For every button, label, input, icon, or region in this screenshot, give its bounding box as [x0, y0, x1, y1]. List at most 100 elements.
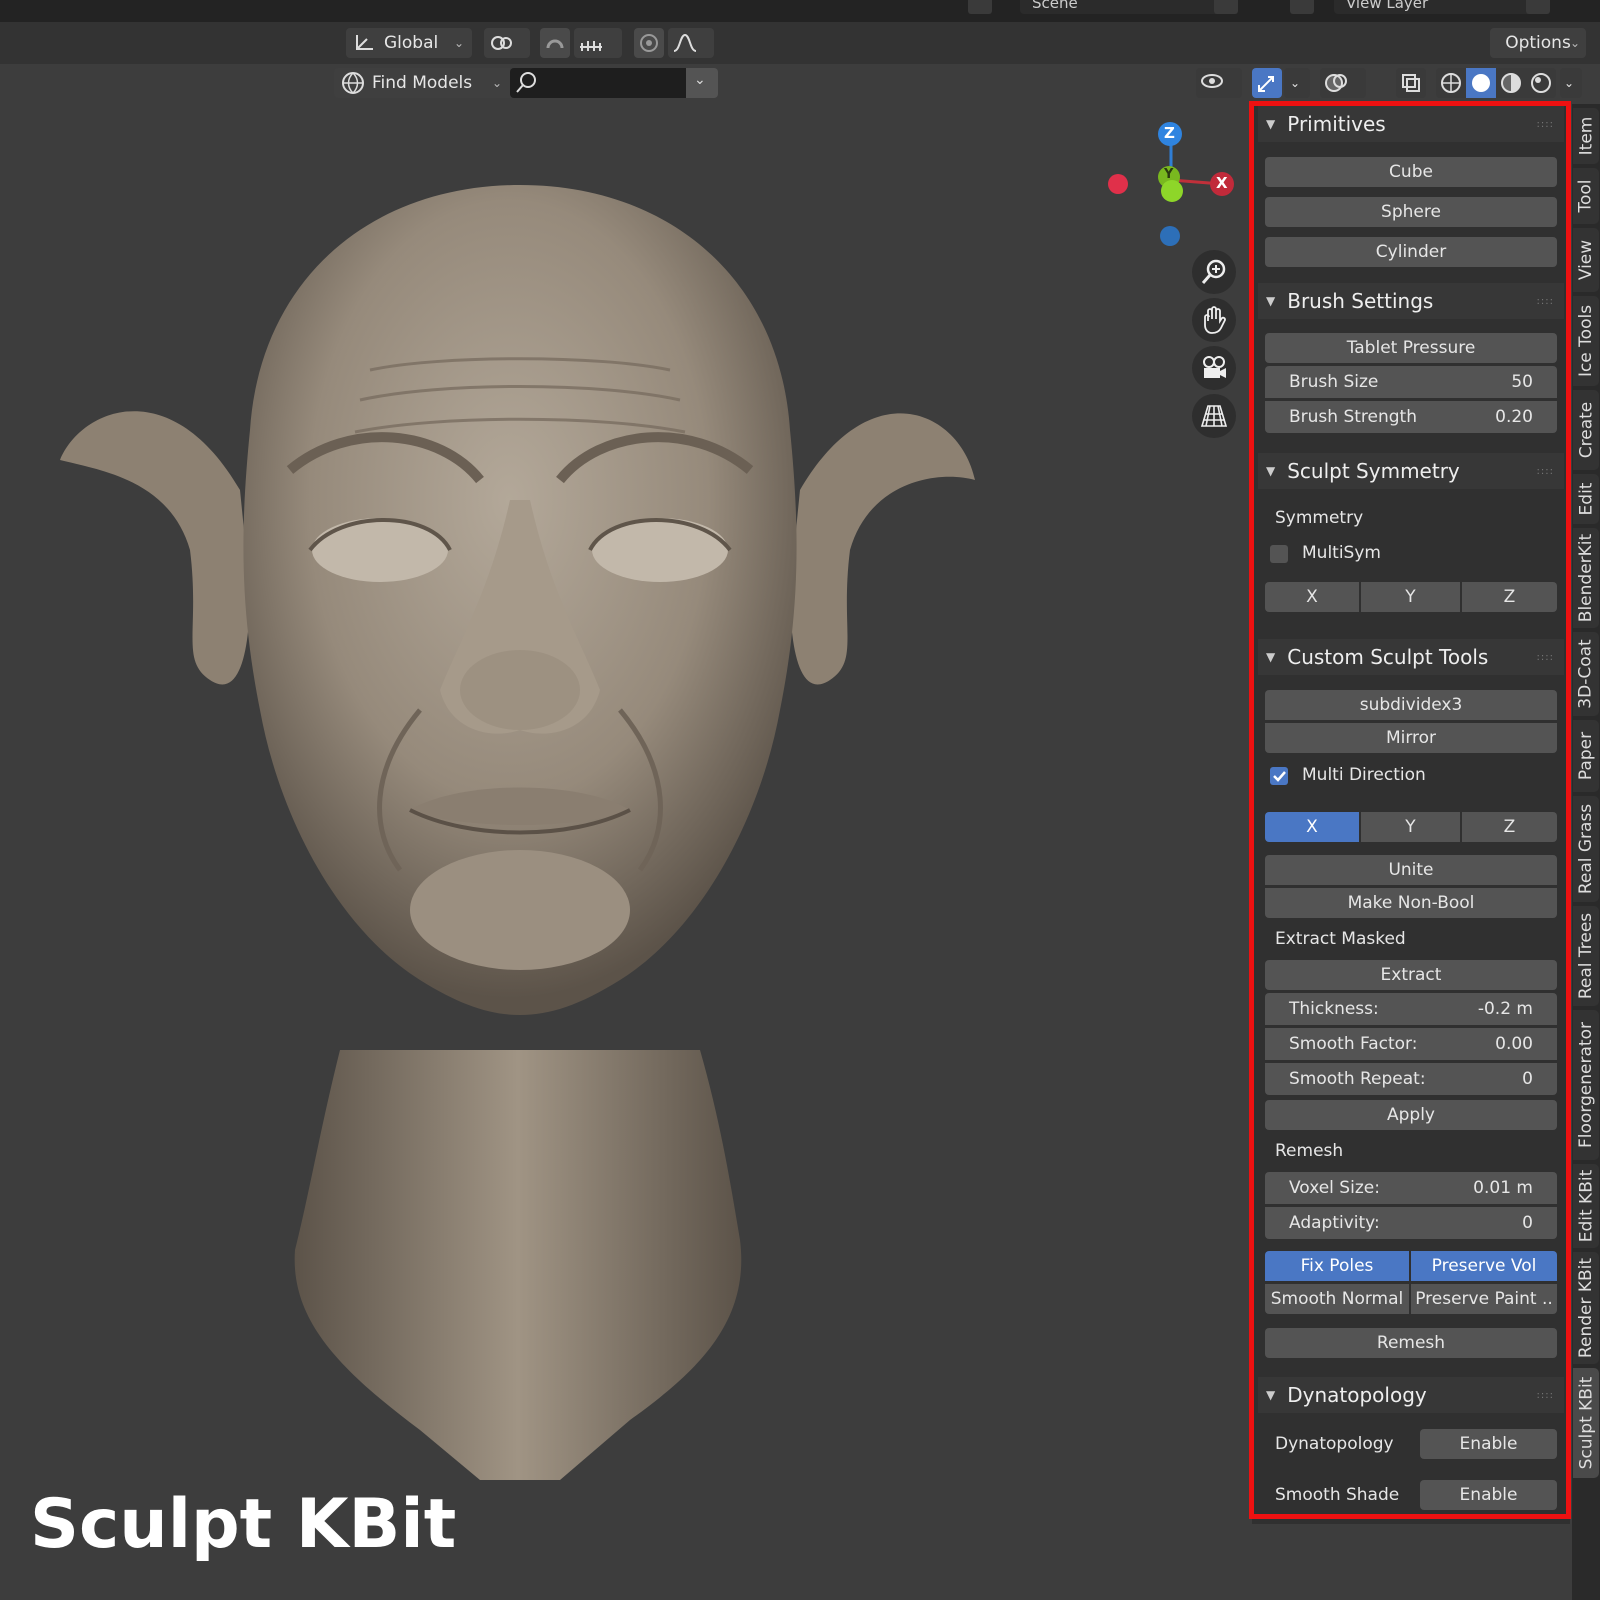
scene-browse-icon[interactable]: [968, 0, 992, 14]
smooth-repeat-field[interactable]: Smooth Repeat: 0: [1265, 1063, 1557, 1095]
snap-toggle[interactable]: [540, 28, 570, 58]
smooth-factor-field[interactable]: Smooth Factor: 0.00: [1265, 1028, 1557, 1060]
wireframe-shading-button[interactable]: [1436, 68, 1466, 98]
tab-ice-tools[interactable]: Ice Tools: [1573, 296, 1599, 386]
shading-options-dropdown[interactable]: ⌄: [1560, 68, 1582, 98]
cube-button[interactable]: Cube: [1265, 157, 1557, 187]
close-view-layer-icon[interactable]: [1552, 0, 1576, 14]
zoom-button[interactable]: [1192, 250, 1236, 294]
z-axis-label: Z: [1164, 124, 1175, 142]
falloff-dropdown[interactable]: [668, 28, 714, 58]
pivot-dropdown[interactable]: [484, 28, 530, 58]
new-scene-icon[interactable]: [1214, 0, 1238, 14]
tab-edit-kbit[interactable]: Edit KBit: [1573, 1164, 1599, 1248]
cylinder-button[interactable]: Cylinder: [1265, 237, 1557, 267]
multi-direction-checkbox[interactable]: [1270, 767, 1288, 785]
drag-handle-icon[interactable]: ::::: [1537, 466, 1554, 477]
pivot-icon: [491, 36, 512, 50]
wireframe-sphere-icon: [1441, 73, 1461, 93]
custom-sculpt-tools-header[interactable]: ▼ Custom Sculpt Tools ::::: [1258, 639, 1564, 675]
drag-handle-icon[interactable]: ::::: [1537, 119, 1554, 130]
solid-shading-button[interactable]: [1466, 68, 1496, 98]
material-preview-button[interactable]: [1496, 68, 1526, 98]
scene-selector[interactable]: Scene: [1020, 0, 1224, 14]
drag-handle-icon[interactable]: ::::: [1537, 652, 1554, 663]
drag-handle-icon[interactable]: ::::: [1537, 1390, 1554, 1401]
fix-poles-toggle[interactable]: Fix Poles: [1265, 1251, 1409, 1281]
symmetry-x-toggle[interactable]: X: [1265, 582, 1359, 612]
remesh-button[interactable]: Remesh: [1265, 1328, 1557, 1358]
tab-create[interactable]: Create: [1573, 390, 1599, 470]
tab-view[interactable]: View: [1573, 228, 1599, 292]
brush-settings-header[interactable]: ▼ Brush Settings ::::: [1258, 283, 1564, 319]
extract-button[interactable]: Extract: [1265, 960, 1557, 990]
rendered-shading-button[interactable]: [1526, 68, 1556, 98]
gizmo-neg-x-axis[interactable]: [1108, 174, 1128, 194]
preserve-paint-toggle[interactable]: Preserve Paint ..: [1411, 1284, 1557, 1314]
smooth-repeat-label: Smooth Repeat:: [1289, 1069, 1426, 1089]
tab-real-grass[interactable]: Real Grass: [1573, 796, 1599, 902]
close-scene-icon[interactable]: [1240, 0, 1264, 14]
search-input[interactable]: [510, 68, 686, 98]
top-header-bar: Scene View Layer: [0, 0, 1600, 22]
tab-blenderkit[interactable]: BlenderKit: [1573, 528, 1599, 628]
search-dropdown-button[interactable]: ⌄: [686, 68, 718, 98]
gizmo-dropdown[interactable]: ⌄: [1284, 68, 1310, 98]
new-view-layer-icon[interactable]: [1526, 0, 1550, 14]
dynatopology-row-label: Dynatopology: [1275, 1434, 1394, 1454]
view-layer-selector[interactable]: View Layer: [1334, 0, 1536, 14]
make-non-bool-button[interactable]: Make Non-Bool: [1265, 888, 1557, 918]
smooth-shade-enable-button[interactable]: Enable: [1420, 1480, 1557, 1510]
primitives-header[interactable]: ▼ Primitives ::::: [1258, 106, 1564, 142]
subdividex3-button[interactable]: subdividex3: [1265, 690, 1557, 720]
mirror-button[interactable]: Mirror: [1265, 723, 1557, 753]
pan-button[interactable]: [1192, 298, 1236, 342]
symmetry-z-toggle[interactable]: Z: [1462, 582, 1557, 612]
view-layer-browse-icon[interactable]: [1290, 0, 1314, 14]
sculpted-head-model[interactable]: [40, 170, 1000, 1530]
gizmo-toggle[interactable]: [1252, 68, 1282, 98]
preserve-vol-toggle[interactable]: Preserve Vol: [1411, 1251, 1557, 1281]
tab-3d-coat[interactable]: 3D-Coat: [1573, 632, 1599, 716]
dynatopology-header[interactable]: ▼ Dynatopology ::::: [1258, 1377, 1564, 1413]
tab-real-trees[interactable]: Real Trees: [1573, 906, 1599, 1006]
unite-button[interactable]: Unite: [1265, 855, 1557, 885]
gizmo-x-axis[interactable]: X: [1210, 172, 1234, 196]
dynatopology-enable-button[interactable]: Enable: [1420, 1429, 1557, 1459]
direction-y-toggle[interactable]: Y: [1361, 812, 1460, 842]
overlays-dropdown[interactable]: [1320, 68, 1366, 98]
direction-z-toggle[interactable]: Z: [1462, 812, 1557, 842]
symmetry-y-toggle[interactable]: Y: [1361, 582, 1460, 612]
gizmo-neg-z-axis[interactable]: [1160, 226, 1180, 246]
voxel-size-field[interactable]: Voxel Size: 0.01 m: [1265, 1172, 1557, 1204]
multisym-checkbox[interactable]: [1270, 545, 1288, 563]
proportional-edit-toggle[interactable]: [634, 28, 664, 58]
smooth-normal-toggle[interactable]: Smooth Normal: [1265, 1284, 1409, 1314]
apply-button[interactable]: Apply: [1265, 1100, 1557, 1130]
options-dropdown[interactable]: Options ⌄: [1490, 28, 1586, 58]
tab-tool[interactable]: Tool: [1573, 168, 1599, 224]
tab-sculpt-kbit[interactable]: Sculpt KBit: [1573, 1368, 1599, 1478]
camera-view-button[interactable]: [1192, 346, 1236, 390]
orientation-dropdown[interactable]: Global ⌄: [346, 28, 472, 58]
sphere-button[interactable]: Sphere: [1265, 197, 1557, 227]
xray-toggle[interactable]: [1396, 68, 1426, 98]
snap-target-dropdown[interactable]: [574, 28, 622, 58]
thickness-field[interactable]: Thickness: -0.2 m: [1265, 993, 1557, 1025]
tab-item[interactable]: Item: [1573, 108, 1599, 164]
tab-floorgenerator[interactable]: Floorgenerator: [1573, 1010, 1599, 1160]
tab-edit[interactable]: Edit: [1573, 474, 1599, 524]
direction-x-toggle[interactable]: X: [1265, 812, 1359, 842]
brush-size-field[interactable]: Brush Size 50: [1265, 366, 1557, 398]
brush-strength-field[interactable]: Brush Strength 0.20: [1265, 401, 1557, 433]
tablet-pressure-button[interactable]: Tablet Pressure: [1265, 333, 1557, 363]
tab-paper[interactable]: Paper: [1573, 720, 1599, 792]
sculpt-symmetry-header[interactable]: ▼ Sculpt Symmetry ::::: [1258, 453, 1564, 489]
adaptivity-field[interactable]: Adaptivity: 0: [1265, 1207, 1557, 1239]
find-models-dropdown[interactable]: Find Models ⌄: [334, 68, 510, 98]
drag-handle-icon[interactable]: ::::: [1537, 296, 1554, 307]
object-visibility-dropdown[interactable]: [1196, 68, 1242, 98]
tab-render-kbit[interactable]: Render KBit: [1573, 1252, 1599, 1364]
gizmo-z-axis[interactable]: Z: [1158, 122, 1182, 146]
perspective-toggle-button[interactable]: [1192, 394, 1236, 438]
